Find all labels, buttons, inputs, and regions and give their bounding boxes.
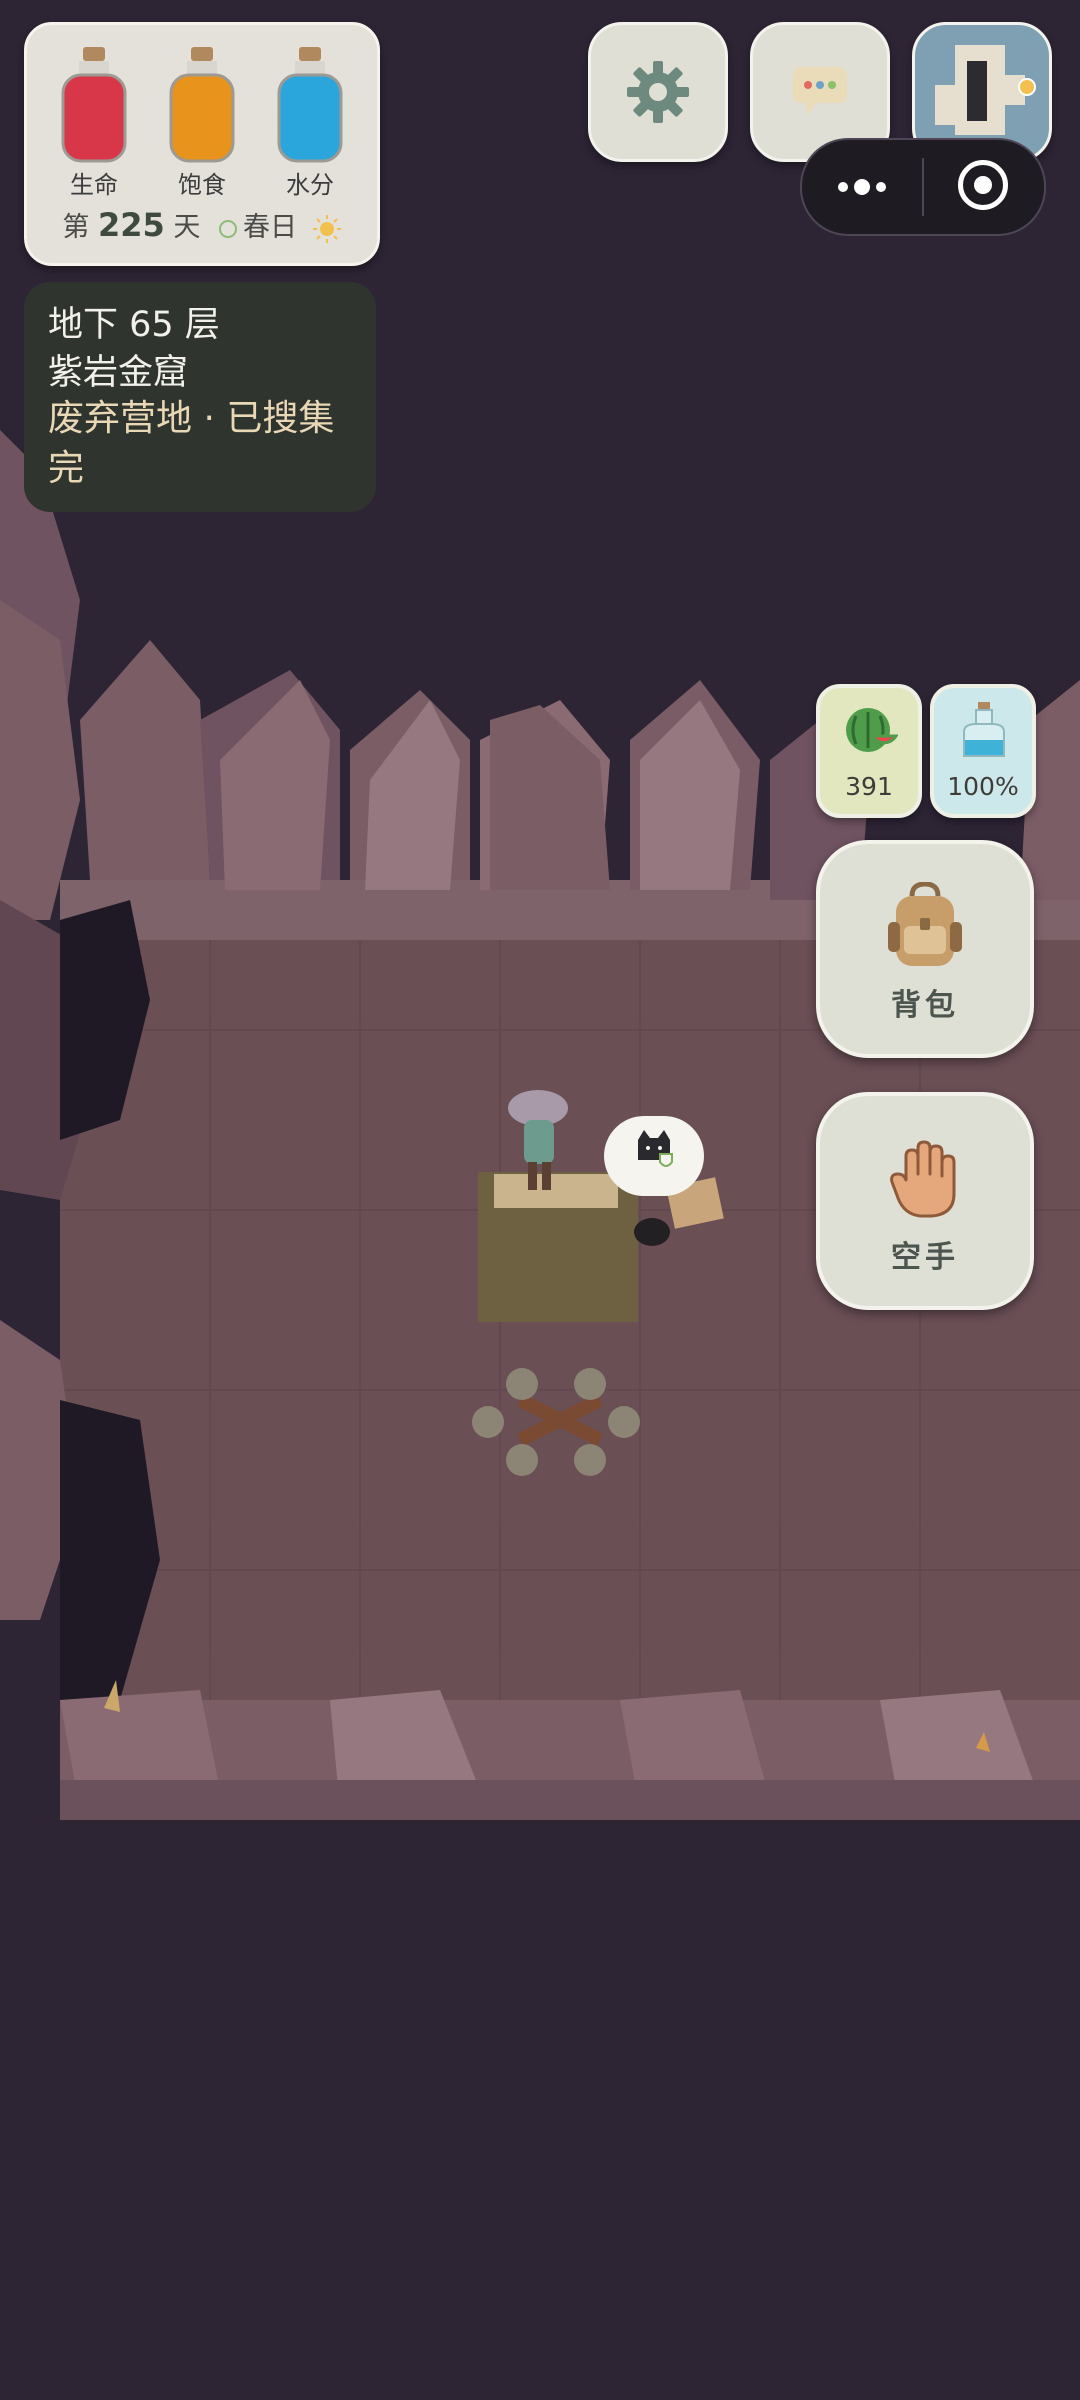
stat-label-water: 水分: [286, 171, 334, 199]
hand-icon: [890, 1140, 956, 1218]
day-number: 225: [98, 206, 165, 244]
day-dot-icon: [218, 219, 237, 238]
watermelon-icon: [846, 708, 898, 752]
backpack-label: 背包: [891, 988, 959, 1023]
stat-label-health: 生命: [70, 171, 118, 199]
day-suffix: 天: [173, 212, 201, 243]
rock-wall-bottom: [60, 1690, 1080, 1820]
red-potion-icon: [61, 47, 127, 163]
blue-potion-icon: [277, 47, 343, 163]
empty-hand-button[interactable]: 空手: [816, 1092, 1034, 1310]
target-circle-icon[interactable]: [958, 160, 1008, 210]
heart-shield-icon: [659, 1153, 673, 1167]
stat-label-hunger: 饱食: [178, 171, 226, 199]
location-panel: 地下 65 层 紫岩金窟 废弃营地 · 已搜集完: [24, 282, 376, 512]
backpack-icon: [888, 882, 962, 966]
water-value: 100%: [947, 772, 1019, 801]
pillow: [494, 1174, 618, 1208]
food-resource-tile[interactable]: 391: [816, 684, 922, 818]
water-bottle-icon: [963, 702, 1005, 757]
pet-cat: [634, 1218, 670, 1246]
capsule-divider: [922, 158, 924, 216]
day-counter: 第 225 天 春日: [27, 205, 377, 244]
season-label: 春日: [242, 212, 297, 243]
floor-label: 地下 65 层: [48, 305, 220, 345]
day-prefix: 第: [62, 212, 90, 243]
orange-potion-icon: [169, 47, 235, 163]
settings-button[interactable]: [588, 22, 728, 162]
status-panel: 生命 饱食 水分 第 225 天 春日: [24, 22, 380, 266]
cat-icon: [638, 1130, 673, 1167]
mini-program-capsule: [800, 138, 1046, 236]
chat-bubble-icon: [793, 67, 847, 115]
pet-speech-bubble[interactable]: [604, 1116, 704, 1196]
more-dots-icon[interactable]: [832, 170, 892, 204]
empty-hand-label: 空手: [891, 1240, 959, 1275]
location-status: 废弃营地 · 已搜集完: [48, 398, 335, 489]
food-value: 391: [845, 772, 893, 801]
water-resource-tile[interactable]: 100%: [930, 684, 1036, 818]
sun-icon: [312, 214, 341, 243]
gear-icon: [627, 61, 689, 123]
backpack-button[interactable]: 背包: [816, 840, 1034, 1058]
area-name: 紫岩金窟: [48, 353, 189, 393]
